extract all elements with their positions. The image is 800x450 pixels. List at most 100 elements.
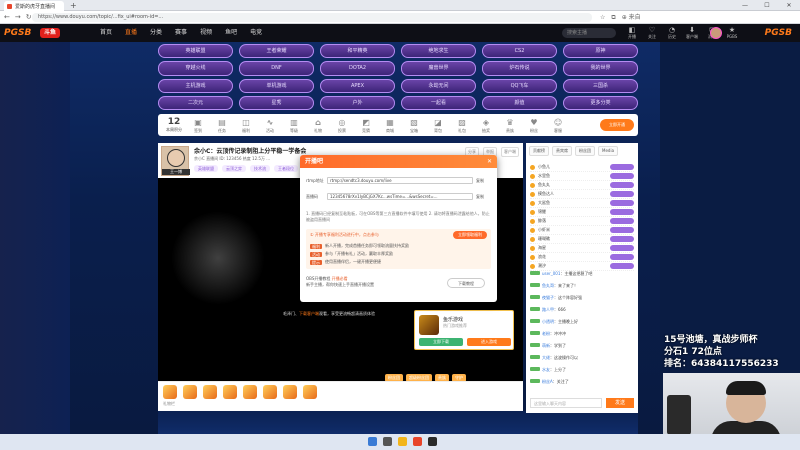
game-ad-enter-button[interactable]: 进入游戏	[467, 338, 511, 346]
gift-icon[interactable]	[203, 385, 217, 399]
copy-rtmp-button[interactable]: 复制	[476, 178, 484, 184]
feature-item[interactable]: ▧ 宝箱	[402, 118, 426, 133]
category-tag[interactable]: 永劫无间	[401, 78, 476, 93]
chat-tab[interactable]: 粉丝团	[575, 146, 595, 156]
feature-item[interactable]: ▦ 商城	[378, 118, 402, 133]
site-logo[interactable]: PGSB	[4, 26, 36, 40]
feature-item[interactable]: ◎ 投票	[330, 118, 354, 133]
category-tag[interactable]: CS2	[482, 44, 557, 59]
nav-item[interactable]: 分类	[150, 24, 162, 42]
chat-username[interactable]: 大佬	[542, 355, 550, 360]
chat-tab[interactable]: Media	[598, 146, 619, 156]
feature-item[interactable]: ▣ 签到	[186, 118, 210, 133]
app-icon[interactable]	[428, 437, 437, 446]
rank-row[interactable]: 海星	[530, 244, 634, 253]
browser-tab[interactable]: 爱斯的虎牙直播间	[4, 1, 64, 11]
room-tag[interactable]: 王者段位	[274, 165, 298, 172]
category-tag[interactable]: DOTA2	[320, 61, 395, 76]
chat-username[interactable]: 水友	[542, 367, 550, 372]
game-ad-image[interactable]	[419, 315, 439, 335]
download-tutorial-button[interactable]: 下载教程	[447, 278, 485, 288]
game-ad-download-button[interactable]: 立即下载	[419, 338, 463, 346]
chat-username[interactable]: user_001	[542, 271, 560, 276]
category-tag[interactable]: 一起看	[401, 95, 476, 110]
chat-username[interactable]: 萌新	[542, 343, 550, 348]
feature-item[interactable]: ▨ 礼包	[450, 118, 474, 133]
back-icon[interactable]: ←	[4, 13, 10, 22]
category-tag[interactable]: 星秀	[239, 95, 314, 110]
forward-icon[interactable]: →	[15, 13, 21, 22]
chat-username[interactable]: 小透明	[542, 319, 554, 324]
chat-input[interactable]: 这里输入聊天内容	[530, 398, 602, 408]
rank-row[interactable]: 小虾米	[530, 226, 634, 235]
feature-item[interactable]: ♛ 贵族	[498, 118, 522, 133]
feature-item[interactable]: ◪ 背包	[426, 118, 450, 133]
chat-username[interactable]: 粉丝A	[542, 379, 553, 384]
maximize-button[interactable]: ☐	[756, 0, 778, 11]
gift-icon[interactable]	[183, 385, 197, 399]
category-tag[interactable]: 颜值	[482, 95, 557, 110]
category-tag[interactable]: 单机游戏	[239, 78, 314, 93]
profile-label[interactable]: ⊕ 来自	[622, 13, 641, 22]
category-tag[interactable]: 魔兽世界	[401, 61, 476, 76]
feature-item[interactable]: ◈ 抽奖	[474, 118, 498, 133]
chat-username[interactable]: 老粉	[542, 331, 550, 336]
category-tag[interactable]: 二次元	[158, 95, 233, 110]
feature-item[interactable]: ⌂ 礼物	[306, 118, 330, 133]
gift-icon[interactable]	[243, 385, 257, 399]
category-tag[interactable]: 穿越火线	[158, 61, 233, 76]
category-tag[interactable]: 三国杀	[563, 78, 638, 93]
category-tag[interactable]: APEX	[320, 78, 395, 93]
close-icon[interactable]: ✕	[487, 155, 492, 168]
download-client-link[interactable]: 下载客户端	[299, 311, 319, 316]
stream-key-field[interactable]: 12345678rXv1IyBCjGX7Kc...wsTime=...&wsSe…	[327, 193, 473, 200]
nav-item[interactable]: 首页	[100, 24, 112, 42]
room-tag[interactable]: 云顶之弈	[222, 165, 246, 172]
category-tag[interactable]: 我的世界	[563, 61, 638, 76]
header-icon-item[interactable]: ◧ 开播	[625, 26, 639, 40]
anchor-avatar[interactable]: 王一博	[161, 146, 190, 176]
gift-icon[interactable]	[163, 385, 177, 399]
level-indicator[interactable]: 12 本周积分	[162, 117, 186, 133]
gift-icon[interactable]	[303, 385, 317, 399]
header-icon-item[interactable]: ♡ 关注	[645, 26, 659, 40]
feature-item[interactable]: ◫ 福利	[234, 118, 258, 133]
claim-welfare-button[interactable]: 立即领取福利	[453, 231, 487, 239]
feature-item[interactable]: ☺ 客服	[546, 118, 570, 133]
rank-row[interactable]: 珊瑚礁	[530, 235, 634, 244]
nav-item[interactable]: 鱼吧	[225, 24, 237, 42]
client-button[interactable]: 客户端	[501, 147, 519, 157]
close-window-button[interactable]: ✕	[778, 0, 800, 11]
rank-row[interactable]: 鱼丸丸	[530, 181, 634, 190]
feature-item[interactable]: ▤ 任务	[210, 118, 234, 133]
user-avatar[interactable]	[710, 27, 722, 39]
category-tag[interactable]: 更多分类	[563, 95, 638, 110]
gift-icon[interactable]	[263, 385, 277, 399]
category-tag[interactable]: 原神	[563, 44, 638, 59]
nav-item-active[interactable]: 直播	[125, 24, 137, 42]
windows-start-icon[interactable]	[368, 437, 377, 446]
rank-row[interactable]: 鲸落	[530, 217, 634, 226]
feature-item[interactable]: ♥ 粉丝	[522, 118, 546, 133]
reload-icon[interactable]: ↻	[26, 13, 32, 22]
category-tag[interactable]: 炉石传说	[482, 61, 557, 76]
nav-item[interactable]: 电竞	[250, 24, 262, 42]
category-tag[interactable]: DNF	[239, 61, 314, 76]
site-badge[interactable]: 斗鱼	[40, 28, 60, 38]
rank-row[interactable]: 浪花	[530, 253, 634, 262]
category-tag[interactable]: QQ飞车	[482, 78, 557, 93]
rank-row[interactable]: 大鲨鱼	[530, 199, 634, 208]
star-icon[interactable]: ☆	[600, 13, 605, 22]
extensions-icon[interactable]: ⧉	[611, 13, 615, 22]
file-explorer-icon[interactable]	[398, 437, 407, 446]
room-tag[interactable]: 技术流	[250, 165, 270, 172]
nav-item[interactable]: 视频	[200, 24, 212, 42]
feature-item[interactable]: ◩ 竞猜	[354, 118, 378, 133]
room-tag[interactable]: 英雄联盟	[194, 165, 218, 172]
browser-icon[interactable]	[413, 437, 422, 446]
send-button[interactable]: 发送	[606, 398, 634, 408]
minimize-button[interactable]: —	[734, 0, 756, 11]
new-tab-icon[interactable]: +	[70, 1, 77, 10]
feature-item[interactable]: ∿ 活动	[258, 118, 282, 133]
header-icon-item[interactable]: ◔ 历史	[665, 26, 679, 40]
